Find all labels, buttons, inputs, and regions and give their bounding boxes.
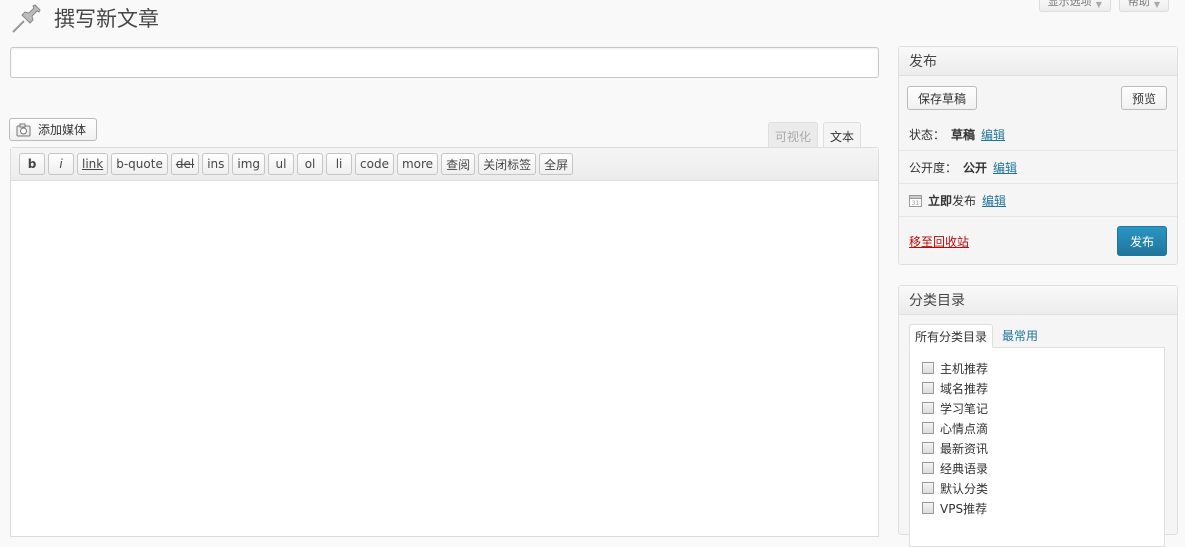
category-label: 心情点滴 bbox=[940, 421, 989, 436]
list-item[interactable]: 主机推荐 bbox=[922, 358, 1152, 378]
checkbox[interactable] bbox=[922, 382, 934, 394]
calendar-icon: 31 bbox=[909, 194, 922, 207]
chevron-down-icon: ▼ bbox=[1153, 0, 1160, 9]
qt-link-button[interactable]: link bbox=[77, 153, 109, 175]
checkbox[interactable] bbox=[922, 502, 934, 514]
qt-bold-button[interactable]: b bbox=[19, 153, 45, 175]
list-item[interactable]: VPS推荐 bbox=[922, 498, 1152, 518]
editor-tabs: 可视化 文本 bbox=[768, 122, 862, 150]
tab-most-used[interactable]: 最常用 bbox=[997, 323, 1043, 347]
save-draft-button[interactable]: 保存草稿 bbox=[907, 86, 978, 110]
qt-ins-button[interactable]: ins bbox=[202, 153, 230, 175]
checkbox[interactable] bbox=[922, 362, 934, 374]
qt-more-button[interactable]: more bbox=[396, 153, 439, 175]
qt-del-button[interactable]: del bbox=[170, 153, 200, 175]
post-title-input[interactable] bbox=[10, 47, 879, 78]
preview-button[interactable]: 预览 bbox=[1120, 86, 1167, 110]
schedule-rest: 发布 bbox=[952, 193, 977, 208]
tab-visual[interactable]: 可视化 bbox=[768, 122, 819, 149]
publish-actions: 保存草稿 预览 bbox=[899, 76, 1177, 118]
page-title: 撰写新文章 bbox=[54, 7, 159, 31]
list-item[interactable]: 学习笔记 bbox=[922, 398, 1152, 418]
qt-lookup-button[interactable]: 查阅 bbox=[441, 153, 476, 175]
category-label: 最新资讯 bbox=[940, 441, 989, 456]
qt-fullscreen-button[interactable]: 全屏 bbox=[539, 153, 574, 175]
list-item[interactable]: 默认分类 bbox=[922, 478, 1152, 498]
tab-all-categories[interactable]: 所有分类目录 bbox=[909, 324, 994, 348]
visibility-edit-link[interactable]: 编辑 bbox=[993, 159, 1017, 176]
help-label: 帮助 bbox=[1127, 0, 1150, 8]
schedule-strong: 立即 bbox=[928, 193, 953, 208]
svg-text:31: 31 bbox=[912, 200, 920, 207]
publish-button[interactable]: 发布 bbox=[1116, 226, 1167, 256]
category-checklist: 主机推荐 域名推荐 学习笔记 心情点滴 最新资讯 经典语录 默认分类 VPS推荐 bbox=[909, 347, 1165, 547]
chevron-down-icon: ▼ bbox=[1095, 0, 1102, 9]
list-item[interactable]: 心情点滴 bbox=[922, 418, 1152, 438]
qt-ul-button[interactable]: ul bbox=[268, 153, 295, 175]
tab-text[interactable]: 文本 bbox=[823, 122, 862, 150]
list-item[interactable]: 经典语录 bbox=[922, 458, 1152, 478]
qt-img-button[interactable]: img bbox=[232, 153, 266, 175]
pushpin-icon bbox=[12, 4, 41, 33]
screen-meta: 显示选项 ▼ 帮助 ▼ bbox=[1038, 0, 1169, 12]
category-label: 经典语录 bbox=[940, 461, 989, 476]
publish-box: 发布 保存草稿 预览 状态： 草稿 编辑 公开度： 公开 编辑 31 立即发布 … bbox=[898, 46, 1178, 265]
qt-code-button[interactable]: code bbox=[355, 153, 394, 175]
schedule-row: 31 立即发布 编辑 bbox=[899, 184, 1177, 217]
quicktags-toolbar: b i link b-quote del ins img ul ol li co… bbox=[11, 148, 878, 181]
status-edit-link[interactable]: 编辑 bbox=[981, 126, 1005, 143]
publish-box-title[interactable]: 发布 bbox=[899, 47, 1177, 76]
editor-textarea[interactable] bbox=[11, 181, 878, 521]
list-item[interactable]: 域名推荐 bbox=[922, 378, 1152, 398]
media-camera-icon bbox=[16, 123, 31, 136]
move-to-trash-link[interactable]: 移至回收站 bbox=[909, 233, 969, 250]
category-label: 学习笔记 bbox=[940, 401, 989, 416]
category-label: 域名推荐 bbox=[940, 381, 989, 396]
editor: b i link b-quote del ins img ul ol li co… bbox=[10, 147, 879, 537]
checkbox[interactable] bbox=[922, 442, 934, 454]
checkbox[interactable] bbox=[922, 482, 934, 494]
category-label: 默认分类 bbox=[940, 481, 989, 496]
visibility-label: 公开度： bbox=[909, 160, 958, 175]
qt-ol-button[interactable]: ol bbox=[297, 153, 324, 175]
qt-li-button[interactable]: li bbox=[326, 153, 353, 175]
category-tabs: 所有分类目录 最常用 bbox=[909, 323, 1167, 348]
schedule-edit-link[interactable]: 编辑 bbox=[982, 192, 1006, 209]
add-media-button[interactable]: 添加媒体 bbox=[9, 118, 98, 141]
categories-box-title[interactable]: 分类目录 bbox=[899, 286, 1177, 315]
list-item[interactable]: 最新资讯 bbox=[922, 438, 1152, 458]
checkbox[interactable] bbox=[922, 402, 934, 414]
screen-options-button[interactable]: 显示选项 ▼ bbox=[1038, 0, 1111, 12]
qt-close-tags-button[interactable]: 关闭标签 bbox=[478, 153, 537, 175]
add-media-label: 添加媒体 bbox=[38, 123, 87, 137]
qt-blockquote-button[interactable]: b-quote bbox=[111, 153, 168, 175]
major-publishing-actions: 移至回收站 发布 bbox=[899, 217, 1177, 265]
status-label: 状态： bbox=[909, 127, 946, 142]
visibility-value: 公开 bbox=[963, 160, 988, 175]
checkbox[interactable] bbox=[922, 462, 934, 474]
categories-box: 分类目录 所有分类目录 最常用 主机推荐 域名推荐 学习笔记 心情点滴 最新资讯… bbox=[898, 285, 1178, 547]
status-row: 状态： 草稿 编辑 bbox=[899, 118, 1177, 151]
category-label: VPS推荐 bbox=[940, 501, 988, 516]
checkbox[interactable] bbox=[922, 422, 934, 434]
qt-italic-button[interactable]: i bbox=[48, 153, 74, 175]
page-header: 撰写新文章 bbox=[10, 0, 159, 36]
help-button[interactable]: 帮助 ▼ bbox=[1118, 0, 1169, 12]
category-label: 主机推荐 bbox=[940, 361, 989, 376]
screen-options-label: 显示选项 bbox=[1047, 0, 1092, 8]
status-value: 草稿 bbox=[951, 127, 976, 142]
visibility-row: 公开度： 公开 编辑 bbox=[899, 151, 1177, 184]
